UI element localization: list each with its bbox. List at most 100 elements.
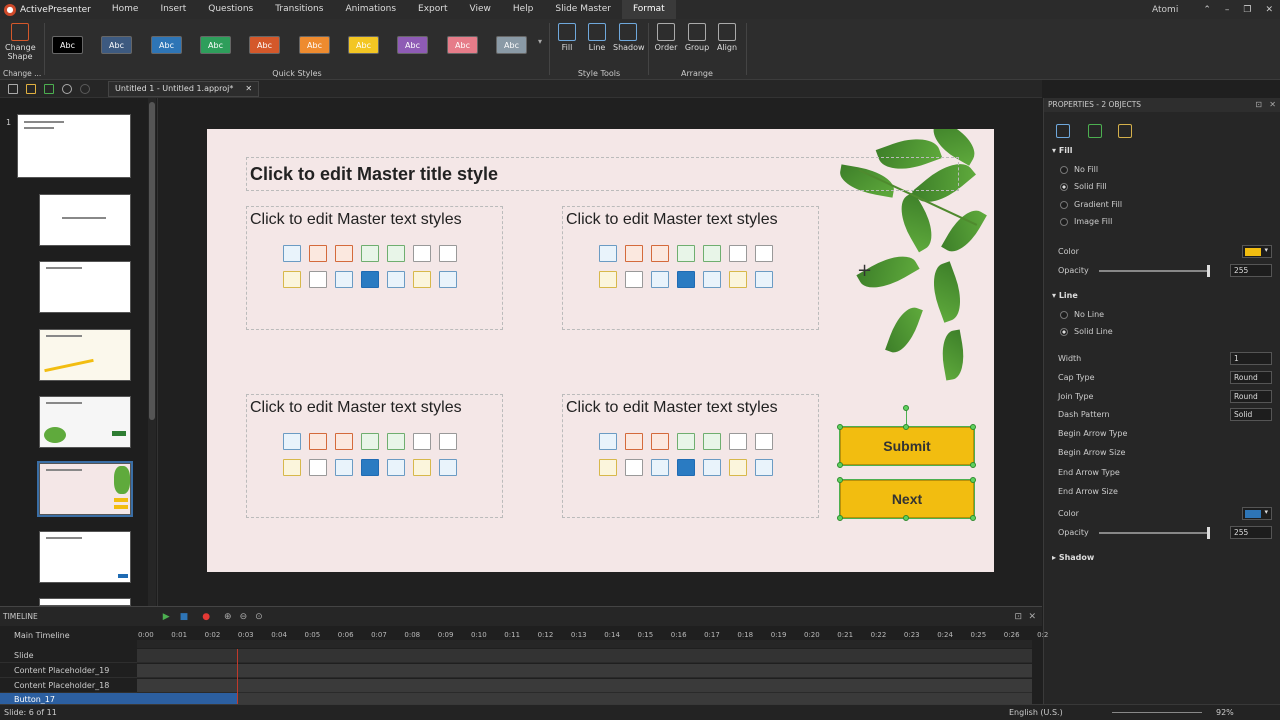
line-opacity-slider[interactable] [1099, 527, 1210, 539]
checklist-icon[interactable] [703, 245, 721, 262]
fill-section[interactable]: ▾ Fill [1052, 146, 1073, 155]
list-icon[interactable] [677, 433, 695, 450]
new-file-icon[interactable] [8, 83, 18, 94]
menu-help[interactable]: Help [502, 0, 545, 19]
layout-thumbnail-6[interactable] [39, 531, 131, 583]
chart-icon[interactable] [755, 459, 773, 476]
dash-pattern-select[interactable]: Solid [1230, 408, 1272, 421]
menu-transitions[interactable]: Transitions [264, 0, 334, 19]
note-icon[interactable] [599, 459, 617, 476]
timeline-row-placeholder-19[interactable]: Content Placeholder_19 [0, 664, 137, 678]
note-icon[interactable] [599, 271, 617, 288]
slider-icon[interactable] [651, 459, 669, 476]
question-icon[interactable] [335, 245, 353, 262]
table-icon[interactable] [755, 433, 773, 450]
note-icon[interactable] [283, 271, 301, 288]
fill-color-picker[interactable]: ▾ [1242, 245, 1272, 258]
image-icon[interactable] [283, 433, 301, 450]
join-type-select[interactable]: Round [1230, 390, 1272, 403]
text-icon[interactable] [625, 271, 643, 288]
resize-handle[interactable] [837, 477, 843, 483]
resize-handle[interactable] [903, 515, 909, 521]
zoom-slider[interactable] [1112, 712, 1202, 713]
quick-style-9[interactable]: Abc [447, 36, 478, 54]
question-icon[interactable] [651, 433, 669, 450]
redo-icon[interactable] [80, 83, 90, 94]
list-icon[interactable] [361, 245, 379, 262]
content-placeholder-2[interactable]: Click to edit Master text styles [562, 206, 819, 330]
interaction-tab-icon[interactable] [1118, 124, 1132, 138]
menu-insert[interactable]: Insert [149, 0, 197, 19]
chart-icon[interactable] [439, 271, 457, 288]
width-input[interactable]: 1 [1230, 352, 1272, 365]
close-panel-icon[interactable]: ✕ [1269, 100, 1276, 109]
change-shape-button[interactable]: Change Shape [5, 23, 36, 61]
layout-thumbnail-7[interactable] [39, 598, 131, 606]
textbox-icon[interactable] [413, 433, 431, 450]
text-icon[interactable] [625, 459, 643, 476]
note-icon[interactable] [283, 459, 301, 476]
content-placeholder-4[interactable]: Click to edit Master text styles [562, 394, 819, 518]
quick-style-8[interactable]: Abc [397, 36, 428, 54]
shadow-button[interactable]: Shadow [613, 23, 645, 52]
open-icon[interactable] [26, 83, 36, 94]
question-icon[interactable] [651, 245, 669, 262]
group-button[interactable]: Group [682, 23, 712, 52]
zoom-in-icon[interactable]: ⊕ [224, 612, 232, 622]
rotation-handle[interactable] [903, 405, 909, 411]
rating-icon[interactable] [413, 271, 431, 288]
timeline-row-placeholder-18[interactable]: Content Placeholder_18 [0, 679, 137, 693]
slider-icon[interactable] [335, 271, 353, 288]
layout-thumbnail-3[interactable] [39, 329, 131, 381]
document-tab[interactable]: Untitled 1 - Untitled 1.approj* ✕ [108, 80, 260, 97]
list-icon[interactable] [361, 433, 379, 450]
resize-handle[interactable] [970, 515, 976, 521]
image-icon[interactable] [599, 245, 617, 262]
layout-thumbnail-5-selected[interactable] [37, 461, 133, 517]
close-icon[interactable]: ✕ [1265, 5, 1273, 15]
table-icon[interactable] [439, 245, 457, 262]
textbox-icon[interactable] [729, 433, 747, 450]
checklist-icon[interactable] [703, 433, 721, 450]
checklist-icon[interactable] [387, 433, 405, 450]
cap-type-select[interactable]: Round [1230, 371, 1272, 384]
timeline-track[interactable] [137, 679, 1032, 693]
text-icon[interactable] [309, 271, 327, 288]
pin-icon[interactable]: ⊡ [1014, 612, 1022, 622]
master-thumbnail[interactable] [17, 114, 131, 178]
cursor-icon[interactable] [703, 459, 721, 476]
table-icon[interactable] [755, 245, 773, 262]
resize-handle[interactable] [837, 462, 843, 468]
quick-style-7[interactable]: Abc [348, 36, 379, 54]
content-placeholder-1[interactable]: Click to edit Master text styles [246, 206, 503, 330]
zoom-out-icon[interactable]: ⊖ [240, 612, 248, 622]
record-icon[interactable]: ● [202, 612, 210, 622]
submit-button[interactable]: Submit [839, 426, 975, 466]
quick-style-2[interactable]: Abc [101, 36, 132, 54]
cursor-icon[interactable] [387, 459, 405, 476]
main-timeline-select[interactable]: Main Timeline [14, 631, 70, 640]
chart-icon[interactable] [439, 459, 457, 476]
no-line-option[interactable]: No Line [1060, 310, 1104, 319]
quick-style-4[interactable]: Abc [200, 36, 231, 54]
resize-handle[interactable] [837, 515, 843, 521]
restore-icon[interactable]: ❐ [1243, 5, 1251, 15]
cursor-icon[interactable] [703, 271, 721, 288]
slide[interactable]: Click to edit Master title style Click t… [207, 129, 994, 572]
quick-style-1[interactable]: Abc [52, 36, 83, 54]
image-fill-option[interactable]: Image Fill [1060, 217, 1112, 226]
menu-slide-master[interactable]: Slide Master [544, 0, 622, 19]
gradient-fill-option[interactable]: Gradient Fill [1060, 200, 1122, 209]
fill-opacity-input[interactable]: 255 [1230, 264, 1272, 277]
line-section[interactable]: ▾ Line [1052, 291, 1078, 300]
interaction-icon[interactable] [677, 459, 695, 476]
pin-icon[interactable]: ⊡ [1255, 100, 1262, 109]
slider-thumb[interactable] [1207, 527, 1210, 539]
rating-icon[interactable] [413, 459, 431, 476]
rating-icon[interactable] [729, 271, 747, 288]
timeline-track[interactable] [137, 664, 1032, 678]
line-color-picker[interactable]: ▾ [1242, 507, 1272, 520]
menu-view[interactable]: View [458, 0, 501, 19]
style-tab-icon[interactable] [1056, 124, 1070, 138]
close-tab-icon[interactable]: ✕ [245, 81, 252, 97]
